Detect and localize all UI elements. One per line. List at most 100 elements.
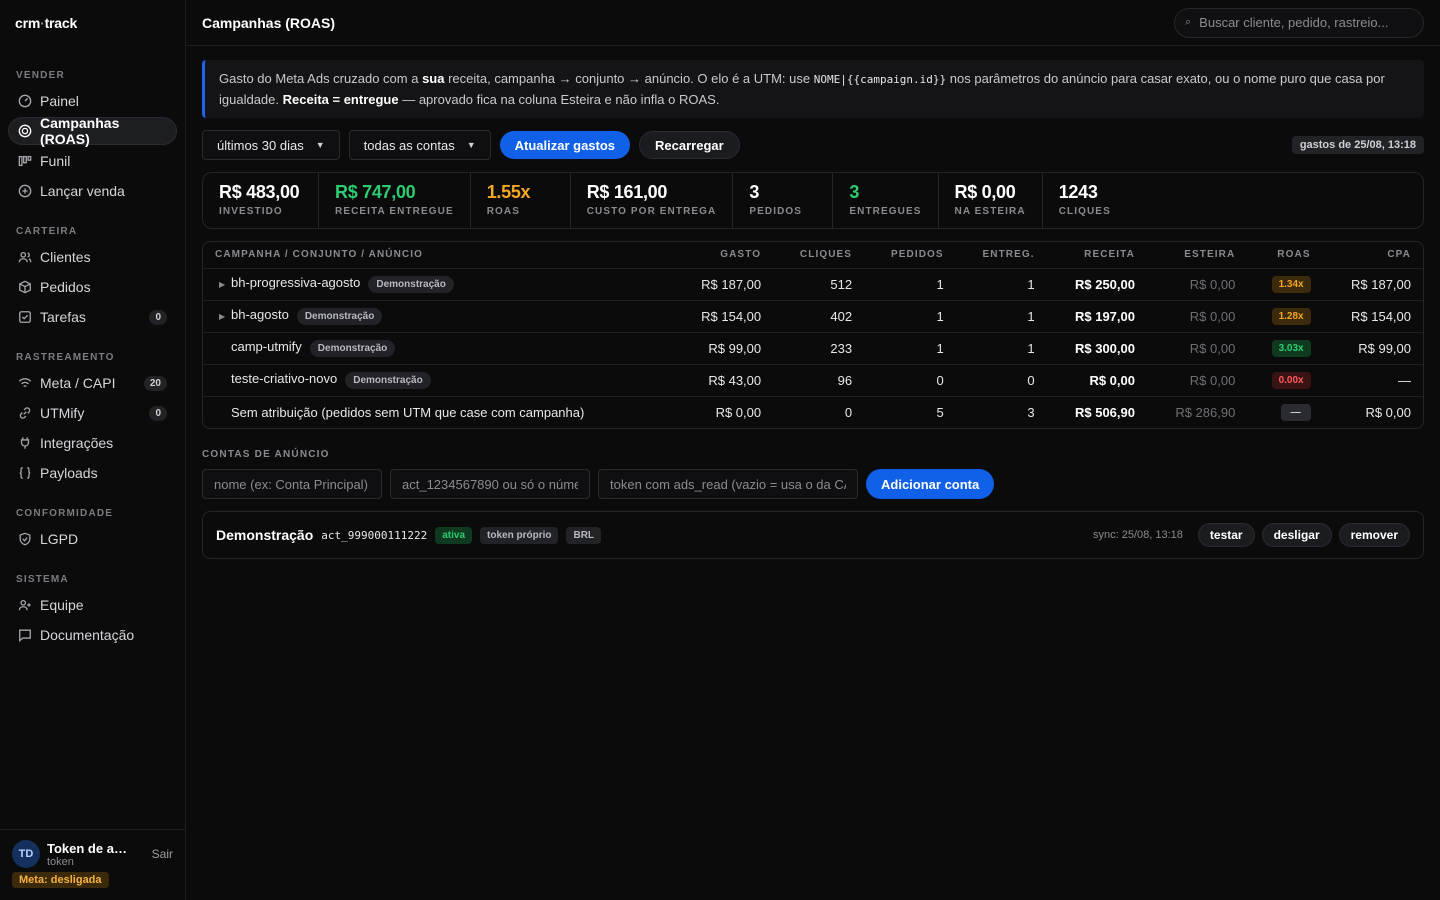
kpi-value: R$ 747,00 — [335, 182, 416, 202]
cell-esteira: R$ 0,00 — [1146, 267, 1248, 300]
kpi-value: 1.55x — [486, 182, 531, 202]
demo-tag: Demonstração — [309, 340, 396, 357]
cell-entreg: 1 — [955, 299, 1047, 332]
cell-pedidos: 1 — [864, 299, 956, 332]
demo-tag: Demonstração — [296, 308, 383, 325]
sidebar-item-payloads[interactable]: Payloads — [8, 459, 177, 487]
info-bold: Receita = entregue — [282, 92, 399, 107]
kpi-card: 3 ENTREGUES — [833, 173, 939, 228]
search-input[interactable] — [1199, 15, 1400, 30]
info-banner: Gasto do Meta Ads cruzado com a sua rece… — [202, 60, 1424, 118]
account-id-input[interactable] — [390, 469, 590, 499]
logo-text-main: crm — [15, 15, 41, 31]
sidebar-item-label: Clientes — [40, 249, 91, 265]
sidebar-item-meta-capi[interactable]: Meta / CAPI 20 — [8, 369, 177, 397]
sidebar-item-painel[interactable]: Painel — [8, 87, 177, 115]
avatar[interactable]: TD — [12, 840, 40, 868]
cell-entreg: 0 — [955, 363, 1047, 396]
kpi-card: 1.55x ROAS — [471, 173, 571, 228]
sidebar-item-label: LGPD — [40, 531, 79, 547]
table-row[interactable]: ▶ bh-progressiva-agosto Demonstração R$ 187… — [203, 267, 1423, 300]
info-text: receita, campanha → conjunto → anúncio. … — [444, 71, 814, 86]
sidebar-item-lgpd[interactable]: LGPD — [8, 525, 177, 553]
currency-badge: BRL — [566, 526, 602, 544]
accounts-select[interactable]: todas as contas ▼ — [348, 130, 491, 160]
sidebar-item-equipe[interactable]: Equipe — [8, 591, 177, 619]
cell-receita: R$ 250,00 — [1046, 267, 1147, 300]
sidebar-item-integracoes[interactable]: Integrações — [8, 429, 177, 457]
column-header: ROAS — [1277, 249, 1311, 261]
nav-section-carteira: CARTEIRA Clientes Pedidos Tarefas 0 — [0, 219, 185, 331]
disable-account-button[interactable]: desligar — [1261, 523, 1332, 547]
kpi-card: 3 PEDIDOS — [733, 173, 834, 228]
cell-cpa: R$ 99,00 — [1322, 331, 1423, 364]
period-select-value: últimos 30 dias — [217, 137, 304, 153]
cell-cpa: — — [1322, 363, 1423, 396]
sidebar-item-utmify[interactable]: UTMify 0 — [8, 399, 177, 427]
sidebar-item-documentacao[interactable]: Documentação — [8, 621, 177, 649]
sidebar-item-clientes[interactable]: Clientes — [8, 243, 177, 271]
content-area: Gasto do Meta Ads cruzado com a sua rece… — [186, 60, 1440, 559]
sidebar-item-funil[interactable]: Funil — [8, 147, 177, 175]
update-spend-button[interactable]: Atualizar gastos — [499, 131, 631, 159]
sidebar-item-pedidos[interactable]: Pedidos — [8, 273, 177, 301]
table-row[interactable]: ▶ bh-agosto Demonstração R$ 154,00 402 1 1 R$ 1… — [203, 299, 1423, 332]
search-icon: ⌕ — [1185, 16, 1192, 28]
roas-badge: — — [1280, 404, 1311, 422]
campaigns-table: CAMPANHA / CONJUNTO / ANÚNCIO GASTO CLIQUE… — [202, 241, 1424, 429]
campaign-name: teste-criativo-novo — [231, 371, 338, 386]
column-header: ENTREG. — [982, 249, 1035, 261]
cell-gasto: R$ 43,00 — [672, 363, 774, 396]
kpi-value: R$ 161,00 — [586, 182, 668, 202]
test-account-button[interactable]: testar — [1197, 523, 1255, 547]
sidebar-item-campanhas[interactable]: Campanhas (ROAS) — [8, 115, 177, 147]
campaign-name: camp-utmify — [231, 339, 302, 354]
cell-roas: — — [1247, 395, 1323, 428]
kpi-card: R$ 0,00 NA ESTEIRA — [939, 173, 1043, 228]
cell-cpa: R$ 0,00 — [1322, 395, 1423, 428]
cell-esteira: R$ 286,90 — [1146, 395, 1248, 428]
nav-heading-conformidade: CONFORMIDADE — [16, 508, 114, 519]
column-header: CPA — [1387, 249, 1411, 261]
account-name: Demonstração — [216, 527, 314, 543]
logout-link[interactable]: Sair — [152, 847, 173, 861]
caret-right-icon[interactable]: ▶ — [219, 280, 231, 289]
caret-right-icon[interactable]: ▶ — [219, 312, 231, 321]
period-select[interactable]: últimos 30 dias ▼ — [202, 130, 340, 160]
cell-cliques: 512 — [773, 267, 865, 300]
kpi-card: 1243 CLIQUES — [1043, 173, 1127, 228]
add-account-form: Adicionar conta — [202, 469, 1424, 499]
campaign-name: Sem atribuição (pedidos sem UTM que case… — [231, 404, 585, 420]
braces-icon — [18, 466, 32, 480]
kpi-card: R$ 747,00 RECEITA ENTREGUE — [319, 173, 471, 228]
cell-pedidos: 0 — [864, 363, 956, 396]
cell-roas: 1.28x — [1247, 299, 1323, 332]
sidebar-item-lancar-venda[interactable]: Lançar venda — [8, 177, 177, 205]
app-root: crm · track VENDER Painel Campanhas (ROAS)… — [0, 0, 1440, 900]
table-row[interactable]: teste-criativo-novo Demonstração R$ 43,00 9… — [203, 363, 1423, 396]
add-account-button[interactable]: Adicionar conta — [866, 469, 995, 499]
sidebar-item-tarefas[interactable]: Tarefas 0 — [8, 303, 177, 331]
cell-pedidos: 1 — [864, 267, 956, 300]
meta-status-badge: Meta: desligada — [12, 872, 109, 888]
remove-account-button[interactable]: remover — [1338, 523, 1410, 547]
cell-gasto: R$ 187,00 — [672, 267, 774, 300]
main-content: Campanhas (ROAS) ⌕ Gasto do Meta Ads cru… — [186, 0, 1440, 900]
app-logo[interactable]: crm · track — [0, 0, 185, 46]
account-token-input[interactable] — [598, 469, 858, 499]
kpi-label: NA ESTEIRA — [954, 206, 1026, 217]
column-header: ESTEIRA — [1184, 249, 1236, 261]
nav-section-rastreamento: RASTREAMENTO Meta / CAPI 20 UTMify 0 Int… — [0, 345, 185, 487]
toolbar: últimos 30 dias ▼ todas as contas ▼ Atua… — [202, 130, 1424, 160]
search-box[interactable]: ⌕ — [1174, 7, 1424, 38]
column-header: RECEITA — [1084, 249, 1135, 261]
cell-entreg: 1 — [955, 267, 1047, 300]
table-row[interactable]: Sem atribuição (pedidos sem UTM que case… — [203, 395, 1423, 428]
reload-button[interactable]: Recarregar — [639, 131, 740, 159]
cell-pedidos: 1 — [864, 331, 956, 364]
page-title: Campanhas (ROAS) — [202, 14, 336, 31]
account-name-input[interactable] — [202, 469, 382, 499]
chevron-down-icon: ▼ — [466, 140, 476, 150]
sidebar-item-label: Documentação — [40, 627, 135, 643]
table-row[interactable]: camp-utmify Demonstração R$ 99,00 233 1 1 R$ 3… — [203, 331, 1423, 364]
